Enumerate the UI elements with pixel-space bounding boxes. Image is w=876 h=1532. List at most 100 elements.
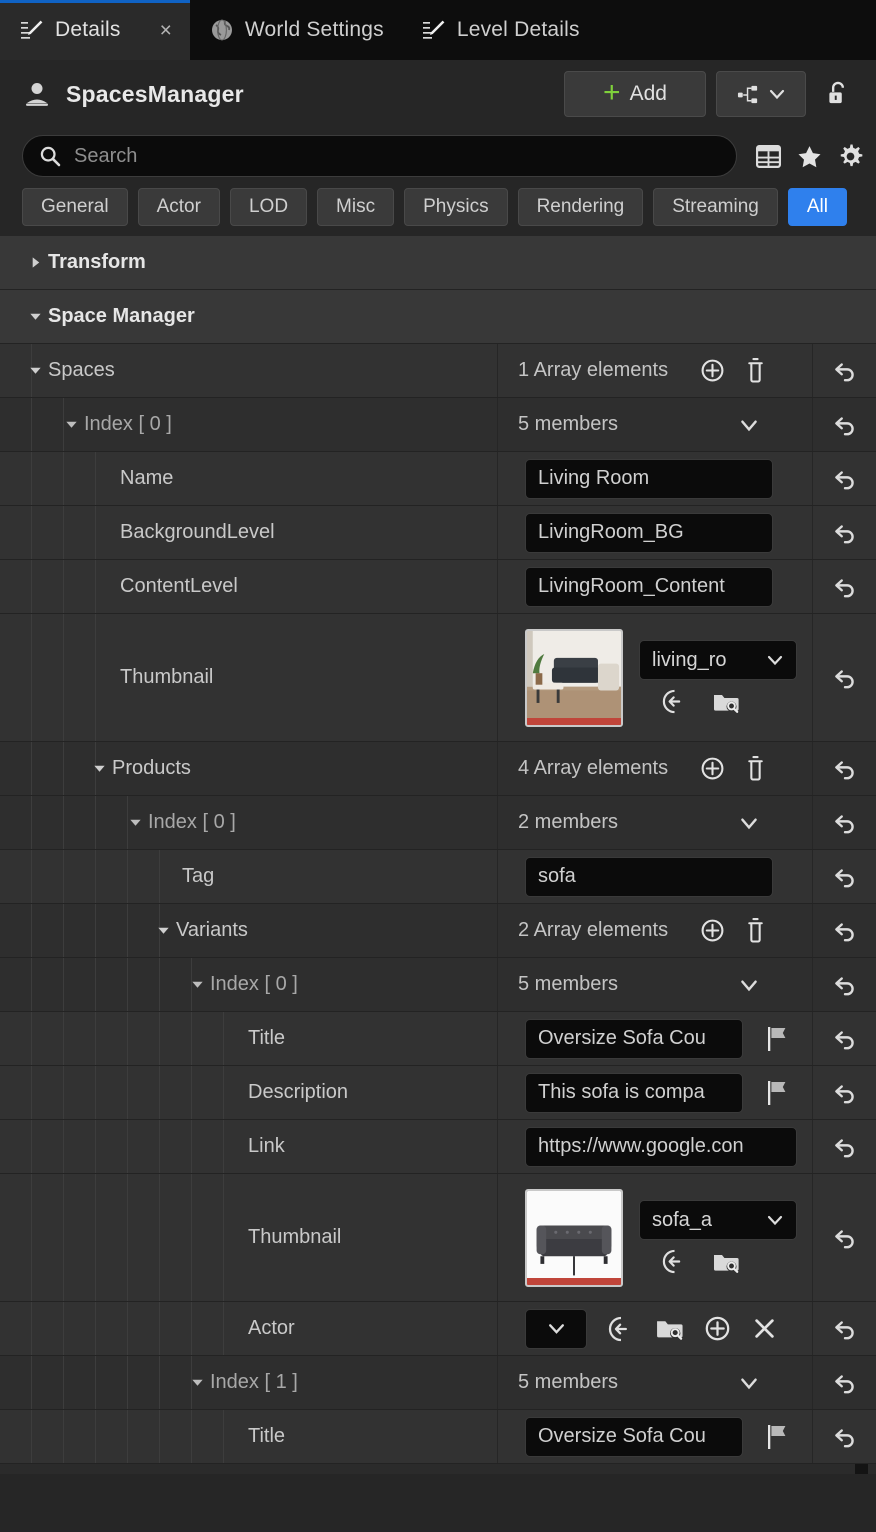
- reset-to-default-button[interactable]: [812, 1174, 876, 1301]
- reset-to-default-button[interactable]: [812, 1410, 876, 1463]
- chevron-down-triangle-icon[interactable]: [150, 923, 176, 938]
- clear-x-icon[interactable]: [751, 1315, 778, 1342]
- search-input[interactable]: Search: [22, 135, 737, 177]
- chevron-down-triangle-icon[interactable]: [184, 977, 210, 992]
- description-text-field[interactable]: This sofa is compa: [525, 1072, 743, 1113]
- reset-to-default-button[interactable]: [812, 506, 876, 559]
- array-add-icon[interactable]: [700, 756, 725, 781]
- use-selected-asset-icon[interactable]: [661, 688, 688, 715]
- reset-to-default-button[interactable]: [812, 398, 876, 451]
- localization-flag-icon[interactable]: [751, 1078, 805, 1108]
- use-selected-asset-icon[interactable]: [607, 1315, 635, 1343]
- filter-chip-streaming[interactable]: Streaming: [653, 188, 778, 226]
- row-transform[interactable]: Transform: [0, 236, 876, 290]
- variant-thumbnail-asset-picker[interactable]: sofa_a: [639, 1200, 797, 1240]
- row-space-thumbnail[interactable]: Thumbnail living_ro: [0, 614, 876, 742]
- name-text-field[interactable]: Living Room: [525, 458, 773, 499]
- reset-to-default-button[interactable]: [812, 1356, 876, 1409]
- chevron-down-icon[interactable]: [738, 812, 760, 834]
- filter-chip-physics[interactable]: Physics: [404, 188, 508, 226]
- tab-close-icon[interactable]: ×: [160, 20, 172, 41]
- row-name[interactable]: Name Living Room: [0, 452, 876, 506]
- reset-to-default-button[interactable]: [812, 1012, 876, 1065]
- tab-level-details[interactable]: Level Details: [402, 0, 598, 60]
- row-title-1[interactable]: Title Oversize Sofa Cou: [0, 1410, 876, 1464]
- chevron-down-icon[interactable]: [738, 1372, 760, 1394]
- browse-to-asset-icon[interactable]: [655, 1315, 684, 1342]
- reset-to-default-button[interactable]: [812, 1066, 876, 1119]
- reset-to-default-button[interactable]: [812, 560, 876, 613]
- add-circle-icon[interactable]: [704, 1315, 731, 1342]
- chevron-down-triangle-icon[interactable]: [86, 761, 112, 776]
- chevron-down-triangle-icon[interactable]: [22, 363, 48, 378]
- reset-to-default-button[interactable]: [812, 796, 876, 849]
- actor-object-picker[interactable]: [525, 1308, 587, 1349]
- tag-text-field[interactable]: sofa: [525, 856, 773, 897]
- chevron-right-triangle-icon[interactable]: [22, 255, 48, 270]
- row-variant-index-0[interactable]: Index [ 0 ] 5 members: [0, 958, 876, 1012]
- column-layout-icon[interactable]: [755, 143, 782, 170]
- array-delete-trash-icon[interactable]: [743, 917, 768, 944]
- space-thumbnail-asset-picker[interactable]: living_ro: [639, 640, 797, 680]
- row-actor[interactable]: Actor: [0, 1302, 876, 1356]
- row-space-index-0[interactable]: Index [ 0 ] 5 members: [0, 398, 876, 452]
- row-variant-thumbnail[interactable]: Thumbnail sofa_a: [0, 1174, 876, 1302]
- reset-to-default-button[interactable]: [812, 344, 876, 397]
- chevron-down-icon[interactable]: [738, 414, 760, 436]
- filter-chip-rendering[interactable]: Rendering: [517, 188, 644, 226]
- browse-to-asset-icon[interactable]: [712, 1249, 740, 1275]
- reset-to-default-button[interactable]: [812, 452, 876, 505]
- link-text-field[interactable]: https://www.google.con: [525, 1126, 797, 1167]
- filter-chip-general[interactable]: General: [22, 188, 128, 226]
- reset-to-default-button[interactable]: [812, 614, 876, 741]
- row-description-0[interactable]: Description This sofa is compa: [0, 1066, 876, 1120]
- content-level-text-field[interactable]: LivingRoom_Content: [525, 566, 773, 607]
- tab-details[interactable]: Details ×: [0, 0, 190, 60]
- localization-flag-icon[interactable]: [751, 1422, 805, 1452]
- row-title-0[interactable]: Title Oversize Sofa Cou: [0, 1012, 876, 1066]
- settings-gear-icon[interactable]: [837, 143, 864, 170]
- array-add-icon[interactable]: [700, 918, 725, 943]
- row-background-level[interactable]: BackgroundLevel LivingRoom_BG: [0, 506, 876, 560]
- row-products[interactable]: Products 4 Array elements: [0, 742, 876, 796]
- row-spaces[interactable]: Spaces 1 Array elements: [0, 344, 876, 398]
- browse-to-asset-icon[interactable]: [712, 689, 740, 715]
- row-space-manager[interactable]: Space Manager: [0, 290, 876, 344]
- chevron-down-icon[interactable]: [738, 974, 760, 996]
- array-add-icon[interactable]: [700, 358, 725, 383]
- reset-to-default-button[interactable]: [812, 958, 876, 1011]
- row-product-index-0[interactable]: Index [ 0 ] 2 members: [0, 796, 876, 850]
- filter-chip-actor[interactable]: Actor: [137, 188, 220, 226]
- add-button[interactable]: + Add: [564, 71, 706, 117]
- reset-to-default-button[interactable]: [812, 742, 876, 795]
- title-text-field[interactable]: Oversize Sofa Cou: [525, 1018, 743, 1059]
- reset-to-default-button[interactable]: [812, 904, 876, 957]
- chevron-down-triangle-icon[interactable]: [58, 417, 84, 432]
- tab-world-settings[interactable]: World Settings: [190, 0, 402, 60]
- variant-thumbnail-preview[interactable]: [525, 1188, 623, 1287]
- reset-to-default-button[interactable]: [812, 850, 876, 903]
- space-thumbnail-preview[interactable]: [525, 628, 623, 727]
- filter-chip-all[interactable]: All: [787, 188, 847, 226]
- title-text-field[interactable]: Oversize Sofa Cou: [525, 1416, 743, 1457]
- array-delete-trash-icon[interactable]: [743, 755, 768, 782]
- background-level-text-field[interactable]: LivingRoom_BG: [525, 512, 773, 553]
- row-content-level[interactable]: ContentLevel LivingRoom_Content: [0, 560, 876, 614]
- localization-flag-icon[interactable]: [751, 1024, 805, 1054]
- row-variants[interactable]: Variants 2 Array elements: [0, 904, 876, 958]
- reset-to-default-button[interactable]: [812, 1120, 876, 1173]
- filter-chip-misc[interactable]: Misc: [317, 188, 395, 226]
- favorites-star-icon[interactable]: [796, 143, 823, 170]
- filter-chip-lod[interactable]: LOD: [229, 188, 308, 226]
- use-selected-asset-icon[interactable]: [661, 1248, 688, 1275]
- row-link-0[interactable]: Link https://www.google.con: [0, 1120, 876, 1174]
- chevron-down-triangle-icon[interactable]: [122, 815, 148, 830]
- chevron-down-triangle-icon[interactable]: [184, 1375, 210, 1390]
- lock-selection-button[interactable]: [814, 71, 862, 117]
- blueprint-dropdown-button[interactable]: [716, 71, 806, 117]
- row-variant-index-1[interactable]: Index [ 1 ] 5 members: [0, 1356, 876, 1410]
- row-tag[interactable]: Tag sofa: [0, 850, 876, 904]
- array-delete-trash-icon[interactable]: [743, 357, 768, 384]
- reset-to-default-button[interactable]: [812, 1302, 876, 1355]
- chevron-down-triangle-icon[interactable]: [22, 309, 48, 324]
